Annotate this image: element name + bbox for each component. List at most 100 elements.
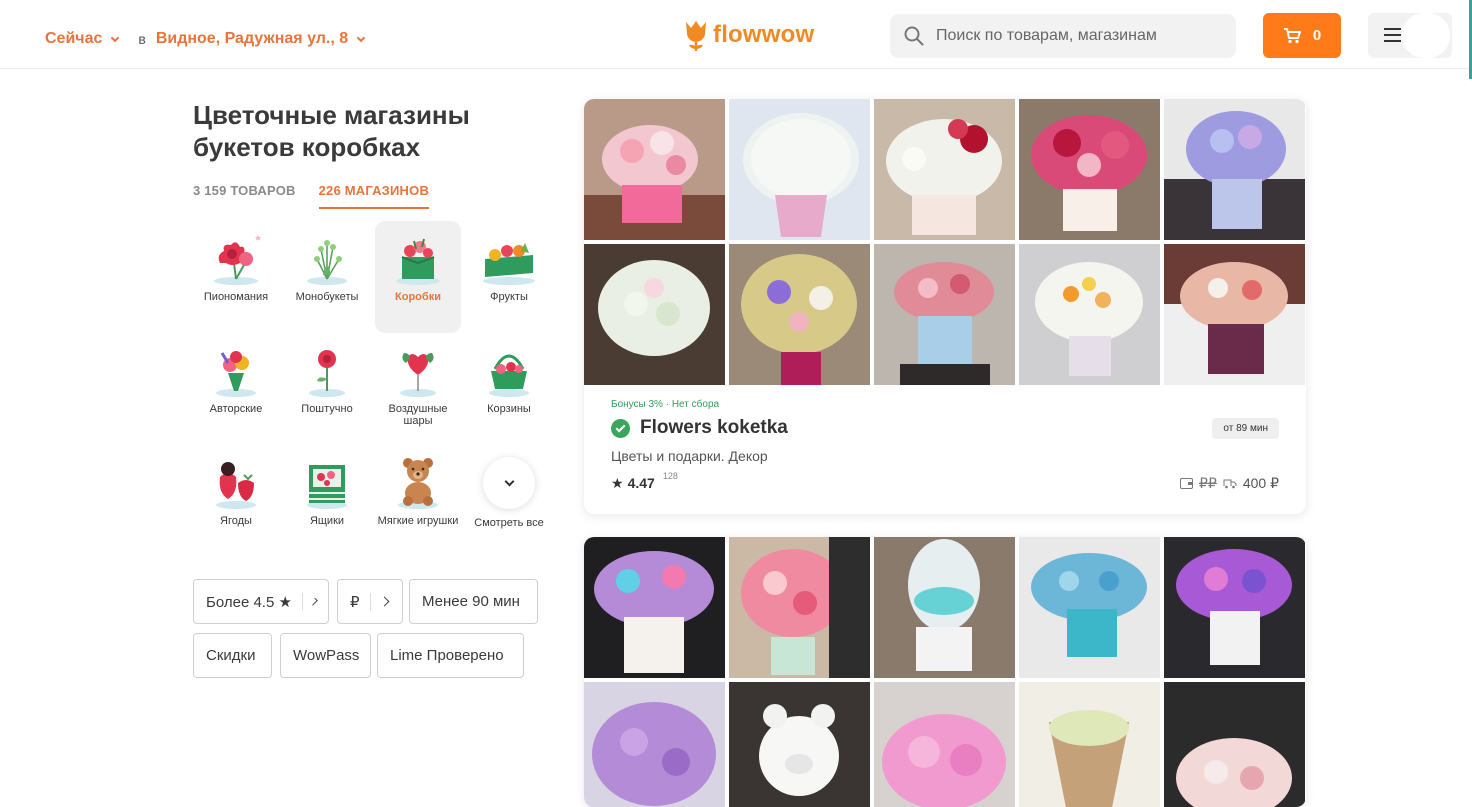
- shop-card[interactable]: [584, 537, 1306, 807]
- filter-wowpass[interactable]: WowPass: [280, 633, 371, 678]
- category-label: Ящики: [284, 515, 370, 527]
- filter-delivery-time[interactable]: Менее 90 мин: [409, 579, 538, 624]
- cart-count: 0: [1313, 27, 1321, 44]
- delivery-time-label[interactable]: Сейчас: [45, 30, 102, 48]
- filter-time-label: Менее 90 мин: [422, 593, 520, 610]
- rating-value: 4.47: [628, 475, 655, 491]
- top-header: Сейчас в Видное, Радужная ул., 8 flowwow…: [0, 0, 1472, 69]
- bouquet-photo[interactable]: [1164, 244, 1305, 385]
- shop-title[interactable]: Flowers koketka: [611, 417, 788, 439]
- cart-button[interactable]: 0: [1263, 13, 1341, 58]
- category-label: Смотреть все: [466, 517, 552, 529]
- profile-avatar[interactable]: [1402, 13, 1450, 58]
- category-peony[interactable]: Пиономания: [193, 221, 279, 333]
- shop-prices: ₽₽ 400 ₽: [1180, 475, 1279, 492]
- category-label: Мягкие игрушки: [375, 515, 461, 527]
- see-all-button[interactable]: [483, 457, 535, 509]
- chevron-right-icon: [379, 597, 389, 607]
- filter-rating[interactable]: Более 4.5 ★: [193, 579, 329, 624]
- filter-price[interactable]: ₽: [337, 579, 403, 624]
- tab-shops[interactable]: 226 МАГАЗИНОВ: [319, 183, 429, 209]
- bouquet-photo[interactable]: [874, 537, 1015, 678]
- filter-price-label: ₽: [350, 593, 360, 611]
- price-level: ₽₽: [1199, 475, 1217, 492]
- bouquet-photo[interactable]: [729, 537, 870, 678]
- shop-name[interactable]: Flowers koketka: [640, 417, 788, 439]
- bouquet-photo[interactable]: [1164, 682, 1305, 807]
- filter-rating-label: Более 4.5 ★: [206, 593, 292, 611]
- filter-discounts[interactable]: Скидки: [193, 633, 272, 678]
- fruit-box-icon: [477, 229, 541, 289]
- delivery-location-selector[interactable]: Сейчас в Видное, Радужная ул., 8: [45, 30, 374, 48]
- bouquet-photo[interactable]: [1164, 99, 1305, 240]
- category-label: Монобукеты: [284, 291, 370, 303]
- wallet-icon: [1180, 478, 1193, 489]
- category-berries[interactable]: Ягоды: [193, 445, 279, 557]
- bouquet-photo[interactable]: [1019, 99, 1160, 240]
- bouquet-photo[interactable]: [1019, 682, 1160, 807]
- filter-discounts-label: Скидки: [206, 647, 255, 664]
- category-label: Фрукты: [466, 291, 552, 303]
- page-title: Цветочные магазины букетов коробках: [193, 99, 533, 163]
- bouquet-photo[interactable]: [874, 682, 1015, 807]
- tab-products[interactable]: 3 159 ТОВАРОВ: [193, 183, 296, 209]
- review-count: 128: [663, 471, 678, 481]
- tulip-logo-icon: [683, 18, 709, 52]
- category-author[interactable]: Авторские: [193, 333, 279, 445]
- bouquet-photo[interactable]: [729, 99, 870, 240]
- verified-check-icon: [611, 419, 630, 438]
- category-see-all[interactable]: Смотреть все: [466, 445, 552, 557]
- bouquet-photo[interactable]: [1164, 537, 1305, 678]
- filter-lime-verified[interactable]: Lime Проверено: [377, 633, 524, 678]
- bouquet-photo[interactable]: [584, 244, 725, 385]
- divider: [370, 593, 371, 611]
- search-box[interactable]: [890, 14, 1236, 58]
- shop-card[interactable]: Бонусы 3% · Нет сбора Flowers koketka от…: [584, 99, 1306, 514]
- bouquet-photo[interactable]: [729, 244, 870, 385]
- category-baskets[interactable]: Корзины: [466, 333, 552, 445]
- chevron-right-icon: [310, 598, 318, 606]
- filter-wowpass-label: WowPass: [293, 647, 359, 664]
- delivery-address[interactable]: Видное, Радужная ул., 8: [156, 30, 348, 48]
- shop-description: Цветы и подарки. Декор: [611, 448, 768, 464]
- chevron-down-icon: [111, 33, 119, 41]
- bouquet-photo[interactable]: [584, 99, 725, 240]
- category-crates[interactable]: Ящики: [284, 445, 370, 557]
- menu-button[interactable]: [1368, 13, 1452, 58]
- in-word: в: [138, 31, 145, 47]
- crate-icon: [297, 453, 357, 513]
- category-soft-toys[interactable]: Мягкие игрушки: [375, 445, 461, 557]
- delivery-truck-icon: [1223, 478, 1237, 489]
- category-balloons[interactable]: Воздушные шары: [375, 333, 461, 445]
- category-label: Корзины: [466, 403, 552, 415]
- bouquet-photo[interactable]: [1019, 537, 1160, 678]
- category-label: Авторские: [193, 403, 279, 415]
- hamburger-icon: [1384, 28, 1401, 42]
- shop-info: Бонусы 3% · Нет сбора Flowers koketka от…: [584, 385, 1306, 510]
- balloon-icon: [388, 341, 448, 401]
- delivery-price: 400 ₽: [1243, 475, 1279, 492]
- chevron-down-icon: [357, 33, 365, 41]
- category-monobouquet[interactable]: Монобукеты: [284, 221, 370, 333]
- bouquet-photo[interactable]: [584, 682, 725, 807]
- category-fruits[interactable]: Фрукты: [466, 221, 552, 333]
- bouquet-photo[interactable]: [874, 99, 1015, 240]
- flowwow-logo[interactable]: flowwow: [683, 18, 814, 52]
- category-label: Коробки: [375, 291, 461, 303]
- category-label: Ягоды: [193, 515, 279, 527]
- category-boxes[interactable]: Коробки: [375, 221, 461, 333]
- cart-icon: [1283, 28, 1301, 44]
- bouquet-photo[interactable]: [729, 682, 870, 807]
- category-label: Поштучно: [284, 403, 370, 415]
- monobouquet-icon: [297, 229, 357, 289]
- bouquet-photo[interactable]: [584, 537, 725, 678]
- filter-lime-label: Lime Проверено: [390, 647, 504, 664]
- category-label: Воздушные шары: [375, 403, 461, 427]
- berries-icon: [206, 453, 266, 513]
- search-input[interactable]: [936, 27, 1216, 45]
- delivery-time-badge: от 89 мин: [1212, 418, 1279, 439]
- bouquet-photo[interactable]: [1019, 244, 1160, 385]
- category-single[interactable]: Поштучно: [284, 333, 370, 445]
- shop-rating: ★ 4.47 128: [611, 475, 678, 492]
- bouquet-photo[interactable]: [874, 244, 1015, 385]
